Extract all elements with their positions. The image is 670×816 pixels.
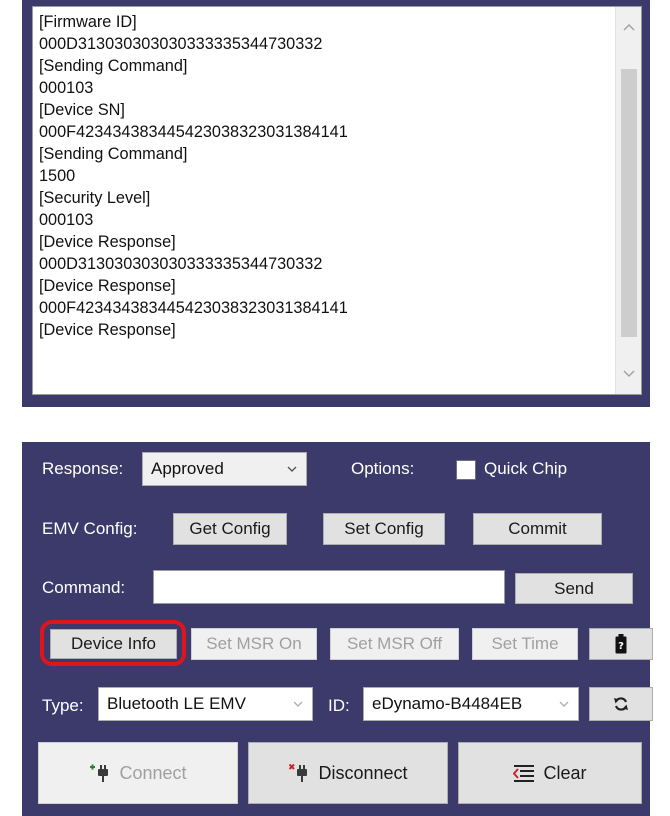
clear-button[interactable]: Clear [458, 742, 642, 804]
log-line: [Device Response] [39, 321, 176, 339]
log-line: [Device Response] [39, 277, 176, 295]
response-select[interactable]: Approved [142, 452, 307, 486]
connect-button[interactable]: Connect [38, 742, 238, 804]
log-line: 000F423434383445423038323031384141 [39, 299, 348, 317]
log-line: [Sending Command] [39, 57, 188, 75]
chevron-down-icon[interactable] [616, 354, 641, 394]
id-label: ID: [328, 696, 350, 715]
set-msr-off-button[interactable]: Set MSR Off [330, 628, 459, 660]
options-label: Options: [351, 459, 415, 478]
send-button[interactable]: Send [515, 573, 633, 604]
clear-button-label: Clear [543, 762, 587, 783]
disconnect-button-label: Disconnect [318, 762, 408, 783]
battery-icon: ? [615, 634, 627, 654]
id-select-value: eDynamo-B4484EB [372, 694, 523, 713]
log-scrollbar[interactable] [615, 7, 641, 394]
type-label: Type: [42, 696, 84, 715]
log-line: 000F423434383445423038323031384141 [39, 123, 348, 141]
command-label: Command: [42, 578, 126, 597]
log-line: 000D313030303030333335344730332 [39, 35, 323, 53]
chevron-up-icon[interactable] [616, 7, 641, 47]
type-select[interactable]: Bluetooth LE EMV [98, 687, 313, 721]
log-line: 000103 [39, 211, 94, 229]
log-line: 000103 [39, 79, 94, 97]
scrollbar-thumb[interactable] [621, 69, 637, 337]
log-line: [Firmware ID] [39, 13, 137, 31]
log-line: 000D313030303030333335344730332 [39, 255, 323, 273]
response-select-value: Approved [151, 459, 224, 478]
response-label: Response: [42, 459, 124, 478]
log-line: [Sending Command] [39, 145, 188, 163]
refresh-icon [613, 696, 629, 712]
battery-button[interactable]: ? [589, 628, 653, 660]
commit-button[interactable]: Commit [473, 513, 602, 545]
set-config-button[interactable]: Set Config [323, 513, 445, 545]
chevron-down-icon [293, 701, 303, 707]
log-lines: [Firmware ID] 000D31303030303033333534473… [39, 11, 611, 394]
set-msr-on-button[interactable]: Set MSR On [191, 628, 317, 660]
command-input[interactable] [153, 570, 505, 604]
log-textbox[interactable]: [Firmware ID] 000D31303030303033333534473… [32, 6, 642, 395]
app-window: [Firmware ID] 000D31303030303033333534473… [0, 0, 670, 816]
disconnect-button[interactable]: Disconnect [248, 742, 448, 804]
plug-connect-icon [89, 763, 111, 783]
connect-button-label: Connect [119, 762, 187, 783]
log-line: [Device Response] [39, 233, 176, 251]
quick-chip-label[interactable]: Quick Chip [484, 459, 567, 479]
set-time-button[interactable]: Set Time [472, 628, 578, 660]
clear-lines-icon [513, 764, 535, 782]
chevron-down-icon [559, 701, 569, 707]
device-info-button[interactable]: Device Info [50, 629, 177, 659]
svg-text:?: ? [618, 641, 624, 652]
log-line: 1500 [39, 167, 76, 185]
log-line: [Security Level] [39, 189, 151, 207]
chevron-down-icon [287, 466, 297, 472]
log-panel: [Firmware ID] 000D31303030303033333534473… [22, 0, 650, 407]
control-panel: Response: Approved Options: Quick Chip E… [22, 442, 653, 816]
log-line: [Device SN] [39, 101, 125, 119]
refresh-button[interactable] [589, 687, 653, 721]
get-config-button[interactable]: Get Config [173, 513, 287, 545]
quick-chip-checkbox[interactable] [456, 460, 476, 480]
id-select[interactable]: eDynamo-B4484EB [363, 687, 579, 721]
type-select-value: Bluetooth LE EMV [107, 694, 246, 713]
plug-disconnect-icon [288, 763, 310, 783]
emv-config-label: EMV Config: [42, 519, 138, 538]
